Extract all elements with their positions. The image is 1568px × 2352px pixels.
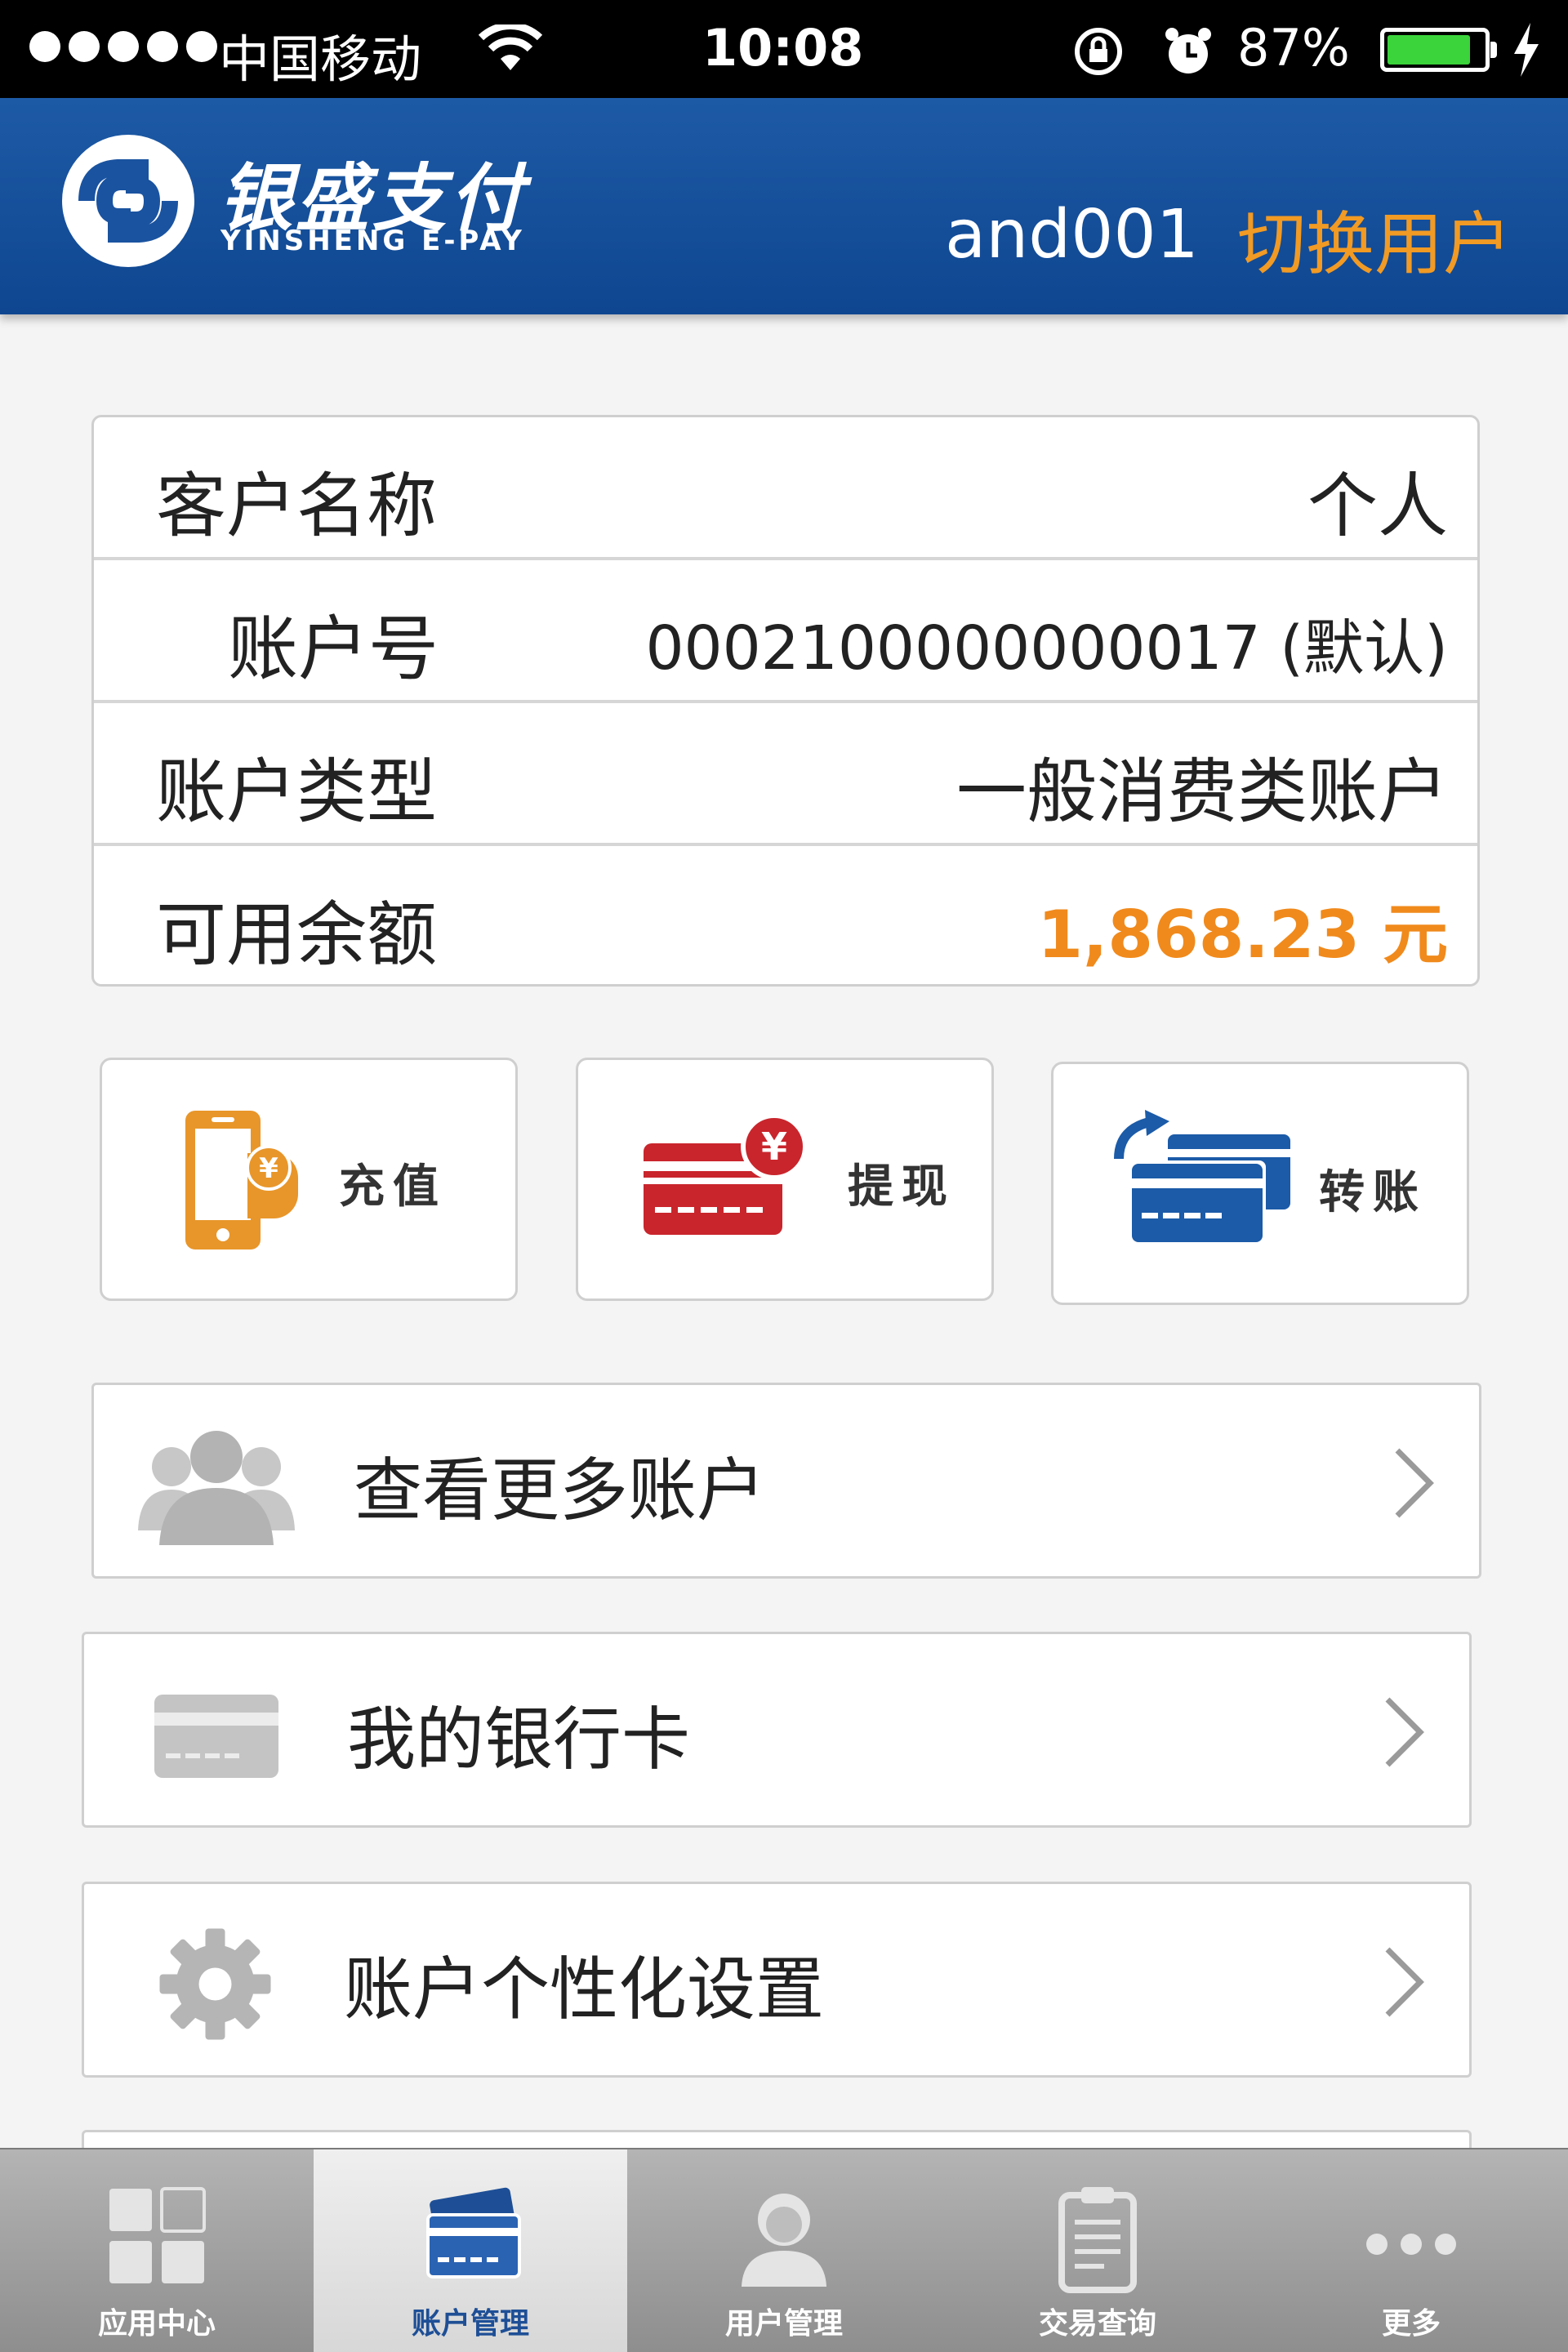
- chevron-right-icon: [1385, 1947, 1424, 2017]
- clock: 10:08: [702, 18, 864, 78]
- tab-app-center[interactable]: 应用中心: [0, 2149, 314, 2352]
- more-dots-icon: [1366, 2234, 1456, 2255]
- account-settings-label: 账户个性化设置: [344, 1949, 825, 2029]
- phone-recharge-icon: ¥: [185, 1111, 298, 1250]
- clipboard-icon: [1058, 2187, 1137, 2293]
- alarm-icon: [1160, 23, 1217, 92]
- customer-name-row: 客户名称 个人: [94, 417, 1477, 560]
- account-type-value: 一般消费类账户: [956, 751, 1448, 833]
- wifi-icon: [478, 22, 543, 86]
- recharge-label: 充值: [339, 1160, 447, 1214]
- svg-text:¥: ¥: [761, 1125, 787, 1169]
- gear-icon: [159, 1928, 271, 2040]
- row-label: 客户名称: [156, 466, 437, 547]
- recharge-button[interactable]: ¥ 充值: [100, 1058, 518, 1301]
- cards-icon: [426, 2187, 521, 2278]
- battery-icon: [1380, 28, 1497, 72]
- more-accounts-row[interactable]: 查看更多账户: [91, 1383, 1481, 1579]
- tab-account-management[interactable]: 账户管理: [314, 2149, 627, 2352]
- available-balance-value: 1,868.23 元: [1037, 897, 1448, 973]
- account-settings-row[interactable]: 账户个性化设置: [82, 1882, 1472, 2078]
- rotation-lock-icon: [1070, 23, 1127, 92]
- user-icon: [742, 2194, 826, 2287]
- carrier-label: 中国移动: [219, 29, 422, 89]
- status-bar: 中国移动 10:08 87%: [0, 0, 1568, 98]
- current-username: and001: [945, 196, 1199, 274]
- tab-label: 更多: [1381, 2307, 1441, 2341]
- card-transfer-icon: [1114, 1110, 1290, 1245]
- transfer-button[interactable]: 转账: [1051, 1062, 1469, 1305]
- screen: 中国移动 10:08 87% 银盛支付 YINSHENG E-PAY and00…: [0, 0, 1568, 2352]
- signal-dots-icon: [29, 31, 217, 62]
- more-accounts-label: 查看更多账户: [354, 1450, 766, 1530]
- tab-label: 账户管理: [411, 2307, 529, 2341]
- withdraw-label: 提现: [848, 1160, 956, 1214]
- customer-name-value: 个人: [1307, 466, 1448, 547]
- withdraw-button[interactable]: ¥ 提现: [576, 1058, 994, 1301]
- tab-label: 用户管理: [724, 2307, 843, 2341]
- account-type-row: 账户类型 一般消费类账户: [94, 703, 1477, 846]
- row-label: 账户号: [228, 608, 439, 690]
- bottom-tab-bar: 应用中心 账户管理 用户管理 交易查询 更多: [0, 2148, 1568, 2352]
- switch-user-link[interactable]: 切换用户: [1237, 189, 1512, 288]
- tab-user-management[interactable]: 用户管理: [627, 2149, 941, 2352]
- tab-label: 应用中心: [97, 2307, 216, 2341]
- bank-card-icon: [154, 1695, 278, 1778]
- bank-cards-row[interactable]: 我的银行卡: [82, 1632, 1472, 1828]
- brand-logo-icon: [62, 135, 194, 267]
- account-number-value: 0002100000000017 (默认): [645, 613, 1448, 684]
- row-label: 可用余额: [156, 894, 437, 976]
- bank-cards-label: 我的银行卡: [347, 1699, 691, 1780]
- battery-percent: 87%: [1237, 18, 1350, 78]
- tab-label: 交易查询: [1038, 2307, 1156, 2341]
- app-header: 银盛支付 YINSHENG E-PAY and001 切换用户: [0, 98, 1568, 314]
- tab-transaction-query[interactable]: 交易查询: [941, 2149, 1254, 2352]
- chevron-right-icon: [1395, 1448, 1434, 1518]
- users-group-icon: [138, 1431, 295, 1545]
- row-label: 账户类型: [156, 751, 437, 833]
- brand-name-en: YINSHENG E-PAY: [220, 225, 525, 257]
- charging-bolt-icon: [1509, 21, 1542, 91]
- chevron-right-icon: [1385, 1697, 1424, 1767]
- grid-icon: [109, 2187, 206, 2283]
- svg-text:¥: ¥: [259, 1152, 278, 1185]
- available-balance-row: 可用余额 1,868.23 元: [94, 846, 1477, 984]
- account-number-row: 账户号 0002100000000017 (默认): [94, 560, 1477, 703]
- transfer-label: 转账: [1319, 1166, 1427, 1219]
- card-withdraw-icon: ¥: [644, 1113, 808, 1235]
- account-info-card: 客户名称 个人 账户号 0002100000000017 (默认) 账户类型 一…: [91, 415, 1480, 987]
- tab-more[interactable]: 更多: [1254, 2149, 1568, 2352]
